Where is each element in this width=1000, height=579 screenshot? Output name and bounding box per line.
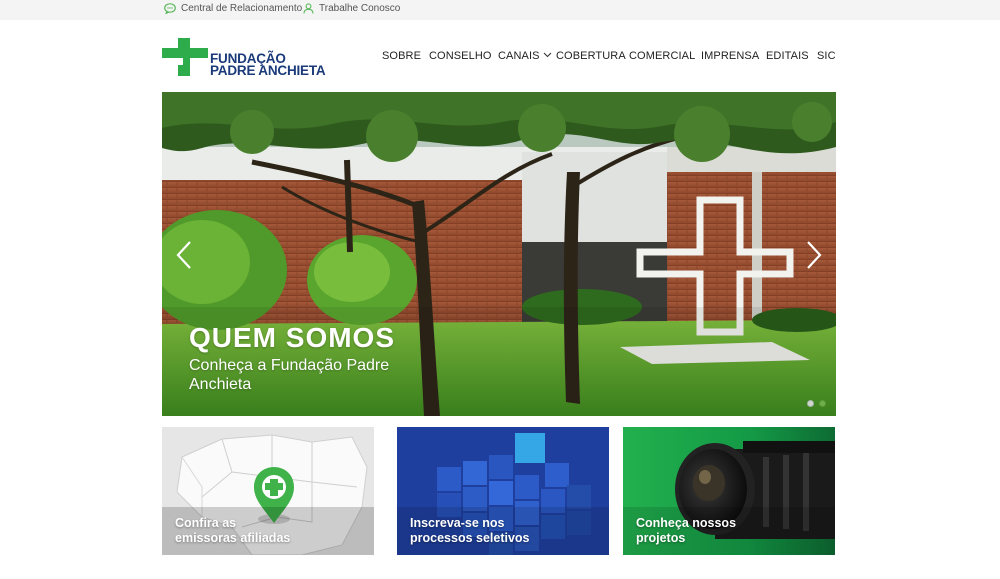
chat-icon [164, 3, 176, 14]
slider-dots [807, 400, 826, 407]
trabalhe-conosco-label: Trabalhe Conosco [319, 3, 401, 14]
chevron-down-icon [543, 52, 551, 58]
slider-dot-2[interactable] [819, 400, 826, 407]
hero-slider[interactable]: QUEM SOMOS Conheça a Fundação Padre Anch… [162, 92, 836, 416]
card-processos-seletivos[interactable]: Inscreva-se nos processos seletivos [397, 427, 609, 555]
card-projetos-label-line2: projetos [636, 531, 686, 545]
card-processos-label-line2: processos seletivos [410, 531, 530, 545]
nav-item-conselho[interactable]: CONSELHO [429, 50, 492, 62]
card-processos-label: Inscreva-se nos processos seletivos [410, 516, 530, 546]
hero-next-button[interactable] [802, 240, 824, 270]
nav-item-editais[interactable]: EDITAIS [766, 50, 809, 62]
hero-title: QUEM SOMOS [189, 322, 396, 353]
card-emissoras-label: Confira as emissoras afiliadas [175, 516, 290, 546]
main-nav: SOBRE CONSELHO CANAIS COBERTURA COMERCIA… [0, 50, 1000, 66]
card-projetos-label-line1: Conheça nossos [636, 516, 737, 530]
nav-item-imprensa[interactable]: IMPRENSA [701, 50, 759, 62]
trabalhe-conosco-link[interactable]: Trabalhe Conosco [303, 3, 400, 14]
central-relacionamento-link[interactable]: Central de Relacionamento [164, 3, 302, 14]
nav-item-cobertura[interactable]: COBERTURA [556, 50, 626, 62]
chevron-left-icon [176, 241, 191, 269]
nav-item-sobre[interactable]: SOBRE [382, 50, 421, 62]
card-processos-label-line1: Inscreva-se nos [410, 516, 505, 530]
central-relacionamento-label: Central de Relacionamento [181, 3, 303, 14]
hero-subtitle: Conheça a Fundação Padre Anchieta [189, 357, 390, 393]
card-emissoras-label-line2: emissoras afiliadas [175, 531, 291, 545]
nav-item-comercial[interactable]: COMERCIAL [629, 50, 695, 62]
card-nossos-projetos[interactable]: Conheça nossos projetos [623, 427, 835, 555]
top-bar: Central de Relacionamento Trabalhe Conos… [0, 0, 1000, 20]
hero-prev-button[interactable] [174, 240, 196, 270]
card-projetos-label: Conheça nossos projetos [636, 516, 736, 546]
nav-item-canais[interactable]: CANAIS [498, 50, 552, 62]
slider-dot-1[interactable] [807, 400, 814, 407]
nav-item-sic[interactable]: SIC [817, 50, 836, 62]
nav-item-canais-label: CANAIS [498, 50, 540, 62]
chevron-right-icon [807, 241, 822, 269]
card-emissoras-afiliadas[interactable]: Confira as emissoras afiliadas [162, 427, 374, 555]
card-emissoras-label-line1: Confira as [175, 516, 237, 530]
user-icon [303, 3, 314, 14]
